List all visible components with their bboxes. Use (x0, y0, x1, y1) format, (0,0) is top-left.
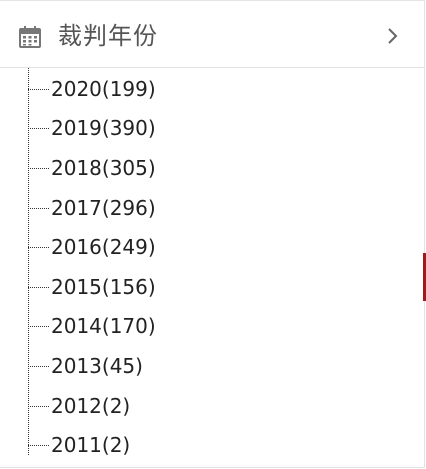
year-item-2016[interactable]: 2016(249) (28, 234, 328, 260)
tree-branch-line (28, 366, 49, 367)
tree-branch-line (28, 128, 49, 129)
year-item-2019[interactable]: 2019(390) (28, 115, 328, 141)
tree-branch-line (28, 89, 49, 90)
year-tree: 2020(199) 2019(390) 2018(305) 2017(296) … (0, 68, 424, 466)
year-item-label[interactable]: 2012(2) (51, 393, 130, 419)
tree-branch-line (28, 406, 49, 407)
calendar-icon (19, 26, 41, 48)
tree-branch-line (28, 247, 49, 248)
year-item-label[interactable]: 2018(305) (51, 155, 156, 181)
year-item-2014[interactable]: 2014(170) (28, 313, 328, 339)
chevron-right-icon[interactable] (384, 23, 402, 49)
year-item-label[interactable]: 2011(2) (51, 432, 130, 458)
year-item-label[interactable]: 2016(249) (51, 234, 156, 260)
year-item-2017[interactable]: 2017(296) (28, 195, 328, 221)
tree-branch-line (28, 287, 49, 288)
year-item-label[interactable]: 2014(170) (51, 313, 156, 339)
filter-panel-judgment-year: 裁判年份 2020(199) 2019(390) 2018(305) 2017(… (0, 0, 425, 468)
tree-branch-line (28, 168, 49, 169)
year-item-label[interactable]: 2019(390) (51, 115, 156, 141)
year-item-2018[interactable]: 2018(305) (28, 155, 328, 181)
year-item-2011[interactable]: 2011(2) (28, 432, 328, 458)
filter-header[interactable]: 裁判年份 (0, 1, 424, 68)
tree-branch-line (28, 326, 49, 327)
year-item-2013[interactable]: 2013(45) (28, 353, 328, 379)
year-item-label[interactable]: 2015(156) (51, 274, 156, 300)
year-item-label[interactable]: 2017(296) (51, 195, 156, 221)
filter-title: 裁判年份 (58, 22, 158, 50)
year-item-label[interactable]: 2013(45) (51, 353, 143, 379)
year-item-2012[interactable]: 2012(2) (28, 393, 328, 419)
year-item-2015[interactable]: 2015(156) (28, 274, 328, 300)
tree-branch-line (28, 208, 49, 209)
year-item-2020[interactable]: 2020(199) (28, 76, 328, 102)
tree-branch-line (28, 445, 49, 446)
year-item-label[interactable]: 2020(199) (51, 76, 156, 102)
